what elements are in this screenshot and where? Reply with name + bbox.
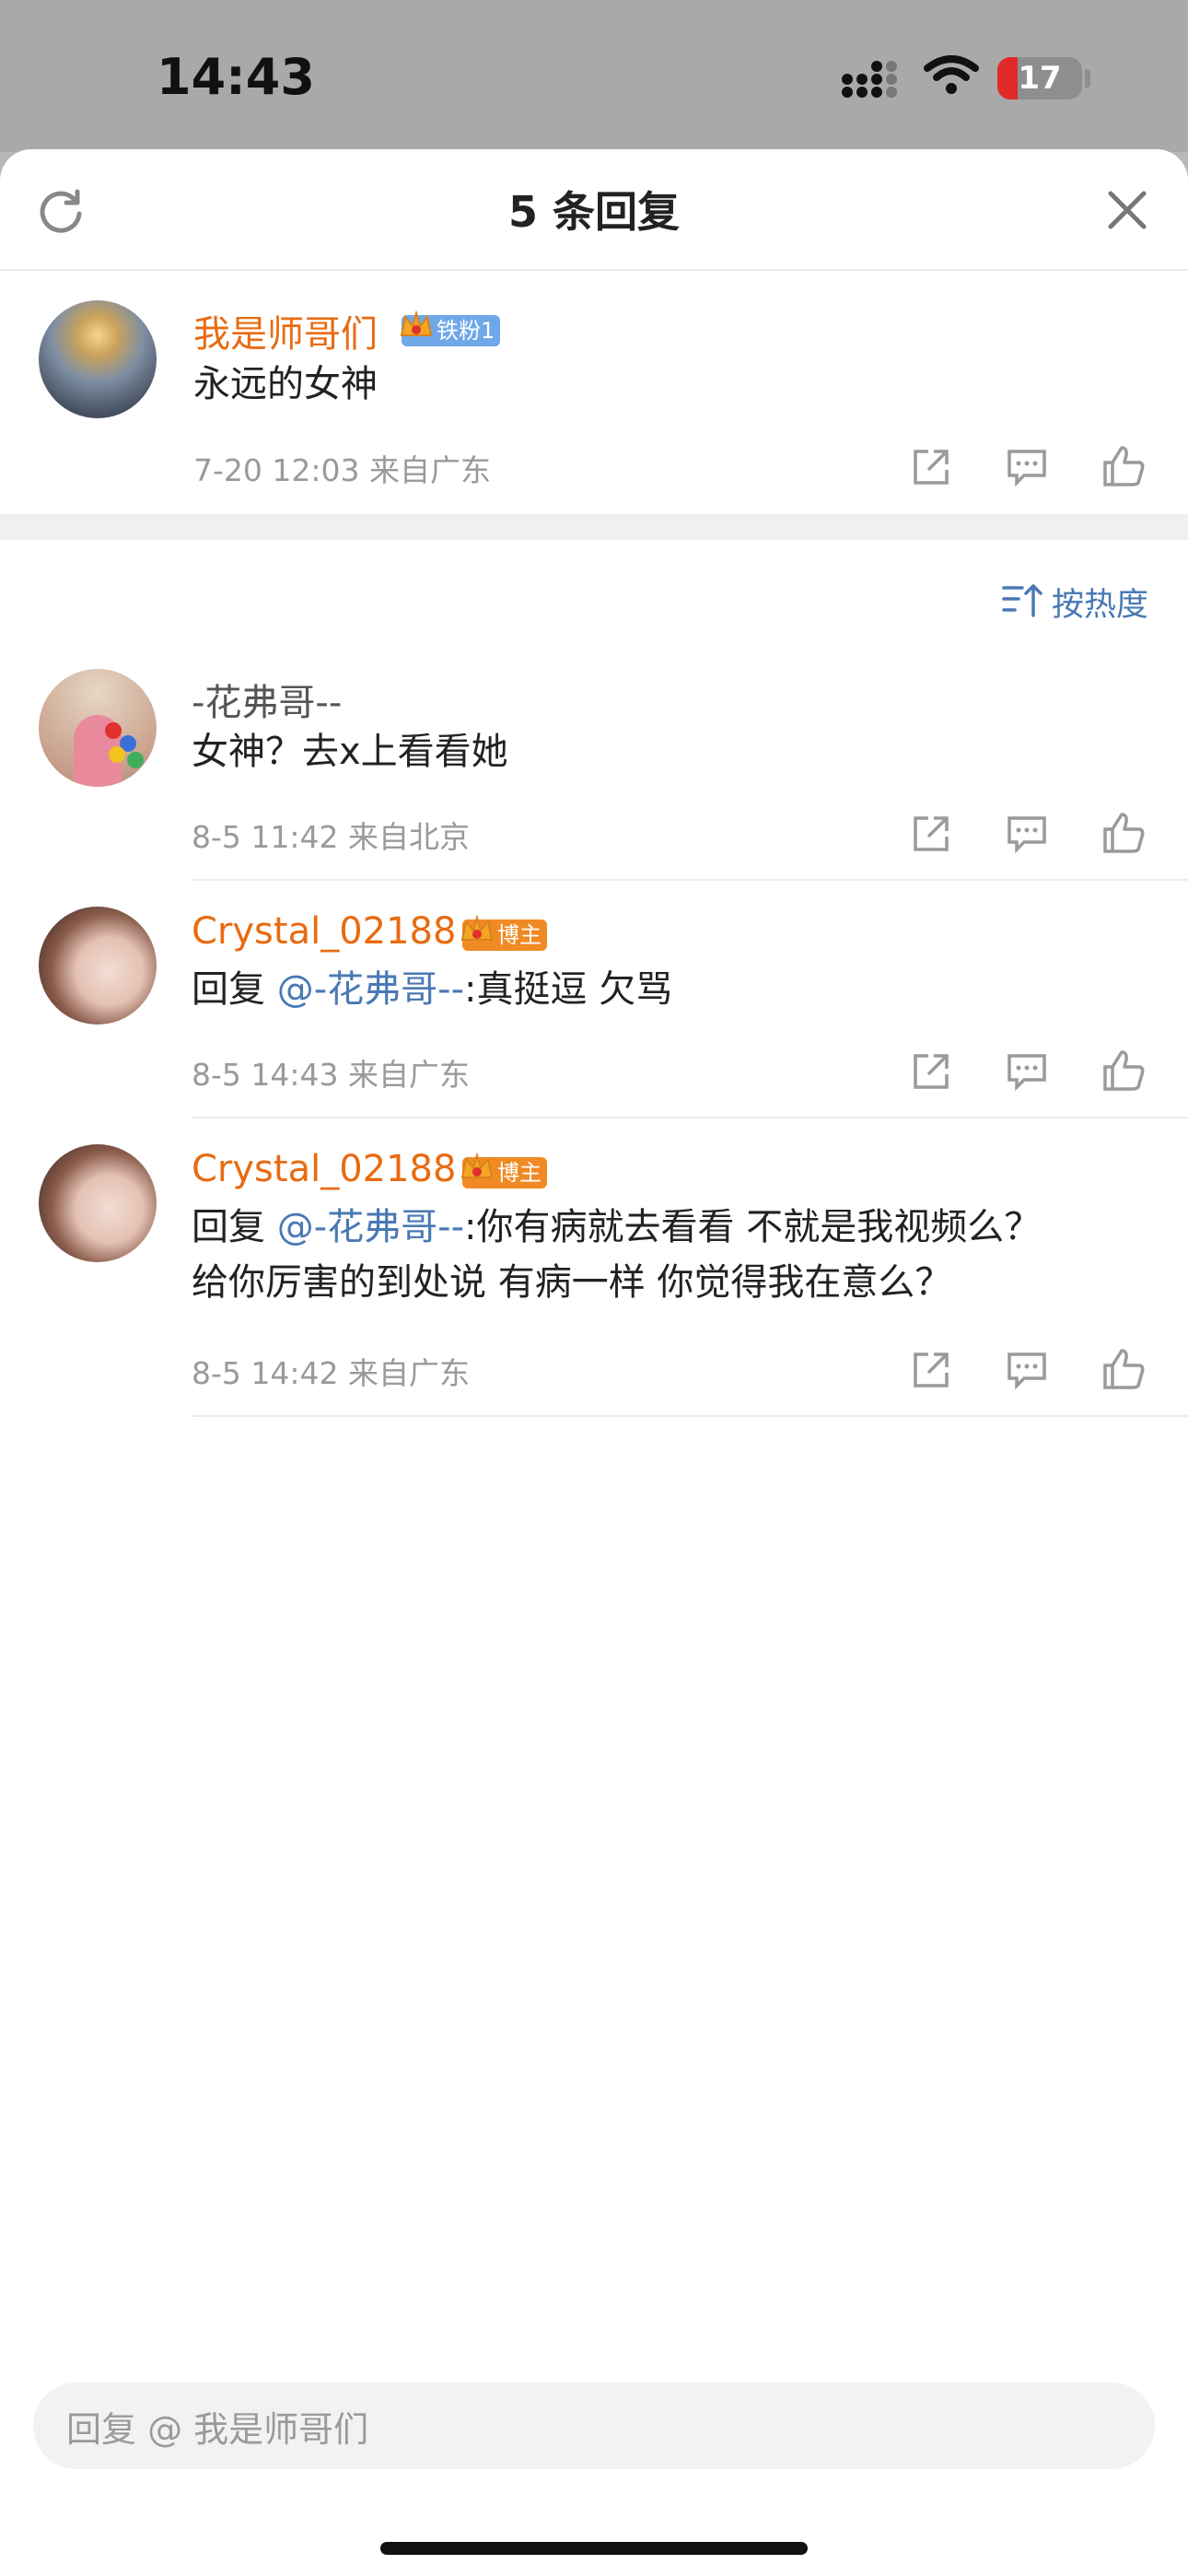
close-icon[interactable] <box>1105 188 1149 232</box>
comment-text-line2: 给你厉害的到处说 有病一样 你觉得我在意么？ <box>192 1261 952 1304</box>
battery-indicator: 17 <box>997 57 1082 100</box>
mention-link[interactable]: @-花弗哥-- <box>277 968 464 1011</box>
comment-meta: 8-5 14:43 来自广东 <box>192 1057 470 1093</box>
home-indicator[interactable] <box>380 2542 808 2555</box>
battery-level: 17 <box>1018 60 1062 97</box>
like-icon[interactable] <box>1101 1347 1146 1391</box>
comment-meta: 7-20 12:03 来自广东 <box>193 452 491 488</box>
comment-icon[interactable] <box>1006 1050 1048 1093</box>
balloon <box>105 722 122 739</box>
mention-link[interactable]: @-花弗哥-- <box>277 1206 464 1248</box>
sort-icon <box>1002 584 1042 617</box>
comment-text: 永远的女神 <box>193 363 378 405</box>
comment-icon[interactable] <box>1006 1349 1048 1391</box>
reply-placeholder: 回复 @ 我是师哥们 <box>66 2409 369 2450</box>
share-icon[interactable] <box>910 1349 952 1391</box>
section-divider <box>0 514 1188 540</box>
username[interactable]: -花弗哥-- <box>192 673 342 726</box>
sheet-header: 5 条回复 <box>0 149 1188 271</box>
username[interactable]: Crystal_02188 <box>192 1148 456 1190</box>
host-badge: 博主 <box>460 914 547 951</box>
badge-label: 铁粉1 <box>437 318 495 344</box>
fan-badge: 铁粉1 <box>400 310 501 346</box>
avatar[interactable] <box>39 669 157 787</box>
reply-prefix: 回复 <box>192 1206 277 1248</box>
avatar[interactable] <box>39 300 157 418</box>
username[interactable]: 我是师哥们 <box>193 304 378 357</box>
comment-text: 回复 @-花弗哥--:真挺逗 欠骂 <box>192 962 672 1017</box>
sort-label: 按热度 <box>1052 587 1149 624</box>
divider <box>192 879 1188 881</box>
balloon <box>127 752 144 768</box>
reply-prefix: 回复 <box>192 968 277 1011</box>
reply-body: :你有病就去看看 不就是我视频么？ <box>464 1206 1042 1248</box>
like-icon[interactable] <box>1101 444 1146 488</box>
divider <box>192 1117 1188 1118</box>
username[interactable]: Crystal_02188 <box>192 910 456 953</box>
like-icon[interactable] <box>1101 811 1146 855</box>
badge-label: 博主 <box>497 922 542 948</box>
like-icon[interactable] <box>1101 1048 1146 1093</box>
status-bar: 14:43 17 <box>0 0 1188 152</box>
comment-icon[interactable] <box>1006 446 1048 488</box>
crown-icon <box>400 310 433 336</box>
divider <box>192 1415 1188 1417</box>
host-badge: 博主 <box>460 1152 547 1188</box>
comment-text: 回复 @-花弗哥--:你有病就去看看 不就是我视频么？ <box>192 1200 1041 1255</box>
crown-icon <box>460 914 494 941</box>
crown-icon <box>460 1152 494 1178</box>
badge-label: 博主 <box>497 1160 542 1186</box>
battery-cap <box>1085 69 1090 88</box>
comment-text: 女神？去x上看看她 <box>192 731 508 773</box>
comment-meta: 8-5 14:42 来自广东 <box>192 1355 470 1391</box>
reply-input[interactable]: 回复 @ 我是师哥们 <box>33 2383 1155 2469</box>
status-time: 14:43 <box>157 48 315 106</box>
wifi-icon <box>924 55 979 94</box>
balloon <box>109 746 125 763</box>
sheet-title: 5 条回复 <box>507 187 681 237</box>
share-icon[interactable] <box>910 446 952 488</box>
avatar[interactable] <box>39 907 157 1025</box>
cellular-signal-icon <box>842 61 897 98</box>
replies-sheet: 5 条回复 我是师哥们 铁粉1 永远的女神 7-20 12:03 来自广东 按热… <box>0 149 1188 2576</box>
avatar[interactable] <box>39 1144 157 1262</box>
share-icon[interactable] <box>910 813 952 855</box>
comment-icon[interactable] <box>1006 813 1048 855</box>
share-icon[interactable] <box>910 1050 952 1093</box>
reply-body: :真挺逗 欠骂 <box>464 968 673 1011</box>
comment-meta: 8-5 11:42 来自北京 <box>192 819 470 855</box>
